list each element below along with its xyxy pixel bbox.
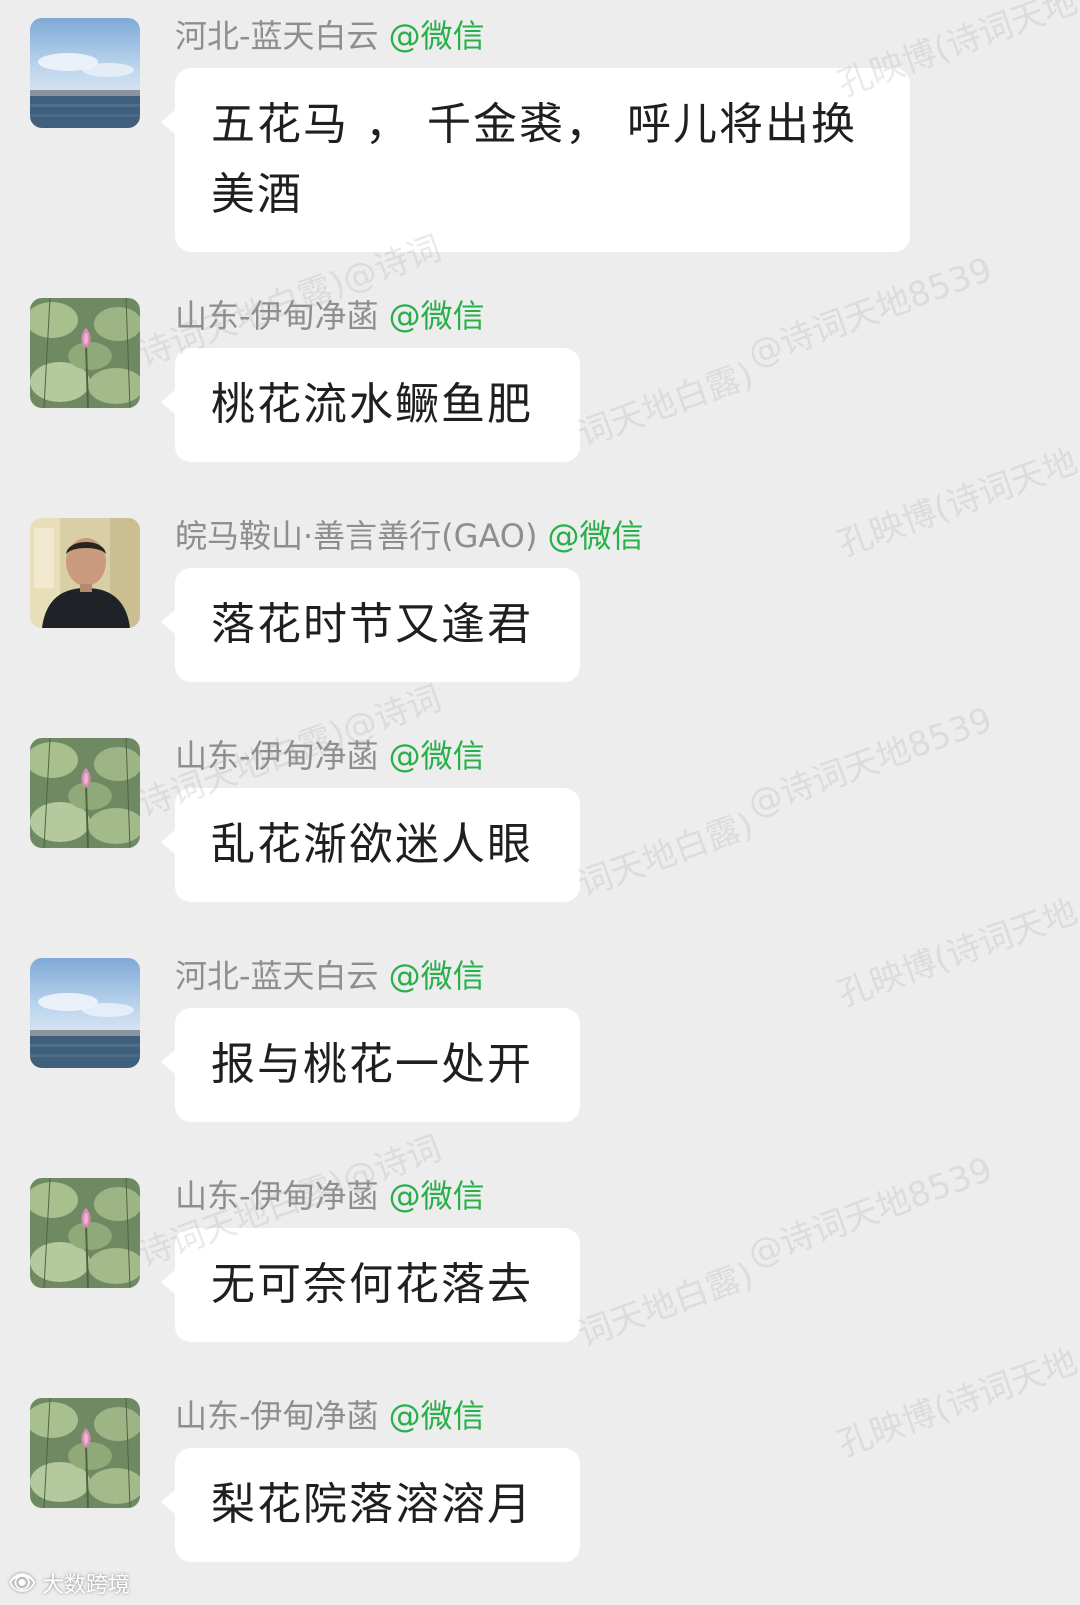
person-avatar[interactable] [30,518,140,628]
lotus-image [30,738,140,848]
lotus-image [30,1398,140,1508]
lotus-avatar[interactable] [30,738,140,848]
chat-message: 山东-伊甸净菡 @微信 桃花流水鳜鱼肥 [0,280,1080,480]
lotus-avatar[interactable] [30,298,140,408]
logo-text: 大数跨境 [41,1573,130,1598]
chat-message: 山东-伊甸净菡 @微信 无可奈何花落去 [0,1160,1080,1360]
message-bubble[interactable]: 梨花院落溶溶月 [161,1448,580,1562]
chat-message-list: 河北-蓝天白云 @微信 五花马 ， 千金裘， 呼儿将出换美酒 山东-伊甸净菡 @微信 [0,0,1080,1605]
lotus-avatar[interactable] [30,1178,140,1288]
sender-name[interactable]: 河北-蓝天白云 [175,957,379,995]
wechat-tag: @微信 [388,957,485,995]
message-bubble[interactable]: 桃花流水鳜鱼肥 [161,348,580,462]
message-bubble[interactable]: 报与桃花一处开 [161,1008,580,1122]
sender-name[interactable]: 河北-蓝天白云 [175,17,379,55]
sender-line: 山东-伊甸净菡 @微信 [175,734,485,778]
sender-name[interactable]: 皖马鞍山·善言善行(GAO) [175,517,537,555]
sender-line: 河北-蓝天白云 @微信 [175,14,485,58]
chat-message: 河北-蓝天白云 @微信 报与桃花一处开 [0,940,1080,1140]
lotus-avatar[interactable] [30,1398,140,1508]
message-bubble[interactable]: 乱花渐欲迷人眼 [161,788,580,902]
sender-line: 山东-伊甸净菡 @微信 [175,294,485,338]
wechat-tag: @微信 [388,1177,485,1215]
sender-name[interactable]: 山东-伊甸净菡 [175,1397,379,1435]
chat-message: 皖马鞍山·善言善行(GAO) @微信 落花时节又逢君 [0,500,1080,700]
lotus-image [30,1178,140,1288]
sender-name[interactable]: 山东-伊甸净菡 [175,1177,379,1215]
person-image [30,518,140,628]
lotus-image [30,298,140,408]
sea-sky-image [30,958,140,1068]
sender-line: 山东-伊甸净菡 @微信 [175,1394,485,1438]
sender-line: 皖马鞍山·善言善行(GAO) @微信 [175,514,643,558]
wechat-tag: @微信 [388,1397,485,1435]
sea-sky-image [30,18,140,128]
wechat-tag: @微信 [547,517,644,555]
chat-message: 山东-伊甸净菡 @微信 梨花院落溶溶月 [0,1380,1080,1590]
message-bubble[interactable]: 五花马 ， 千金裘， 呼儿将出换美酒 [161,68,910,252]
footer-logo: 👁 大数跨境 [8,1567,130,1599]
logo-mark-icon: 👁 [8,1570,36,1596]
sender-line: 河北-蓝天白云 @微信 [175,954,485,998]
chat-message: 山东-伊甸净菡 @微信 乱花渐欲迷人眼 [0,720,1080,920]
wechat-tag: @微信 [388,297,485,335]
wechat-tag: @微信 [388,737,485,775]
sender-name[interactable]: 山东-伊甸净菡 [175,737,379,775]
message-bubble[interactable]: 落花时节又逢君 [161,568,580,682]
sender-name[interactable]: 山东-伊甸净菡 [175,297,379,335]
wechat-tag: @微信 [388,17,485,55]
chat-message: 河北-蓝天白云 @微信 五花马 ， 千金裘， 呼儿将出换美酒 [0,0,1080,252]
sea-sky-avatar[interactable] [30,958,140,1068]
sender-line: 山东-伊甸净菡 @微信 [175,1174,485,1218]
message-bubble[interactable]: 无可奈何花落去 [161,1228,580,1342]
sea-sky-avatar[interactable] [30,18,140,128]
